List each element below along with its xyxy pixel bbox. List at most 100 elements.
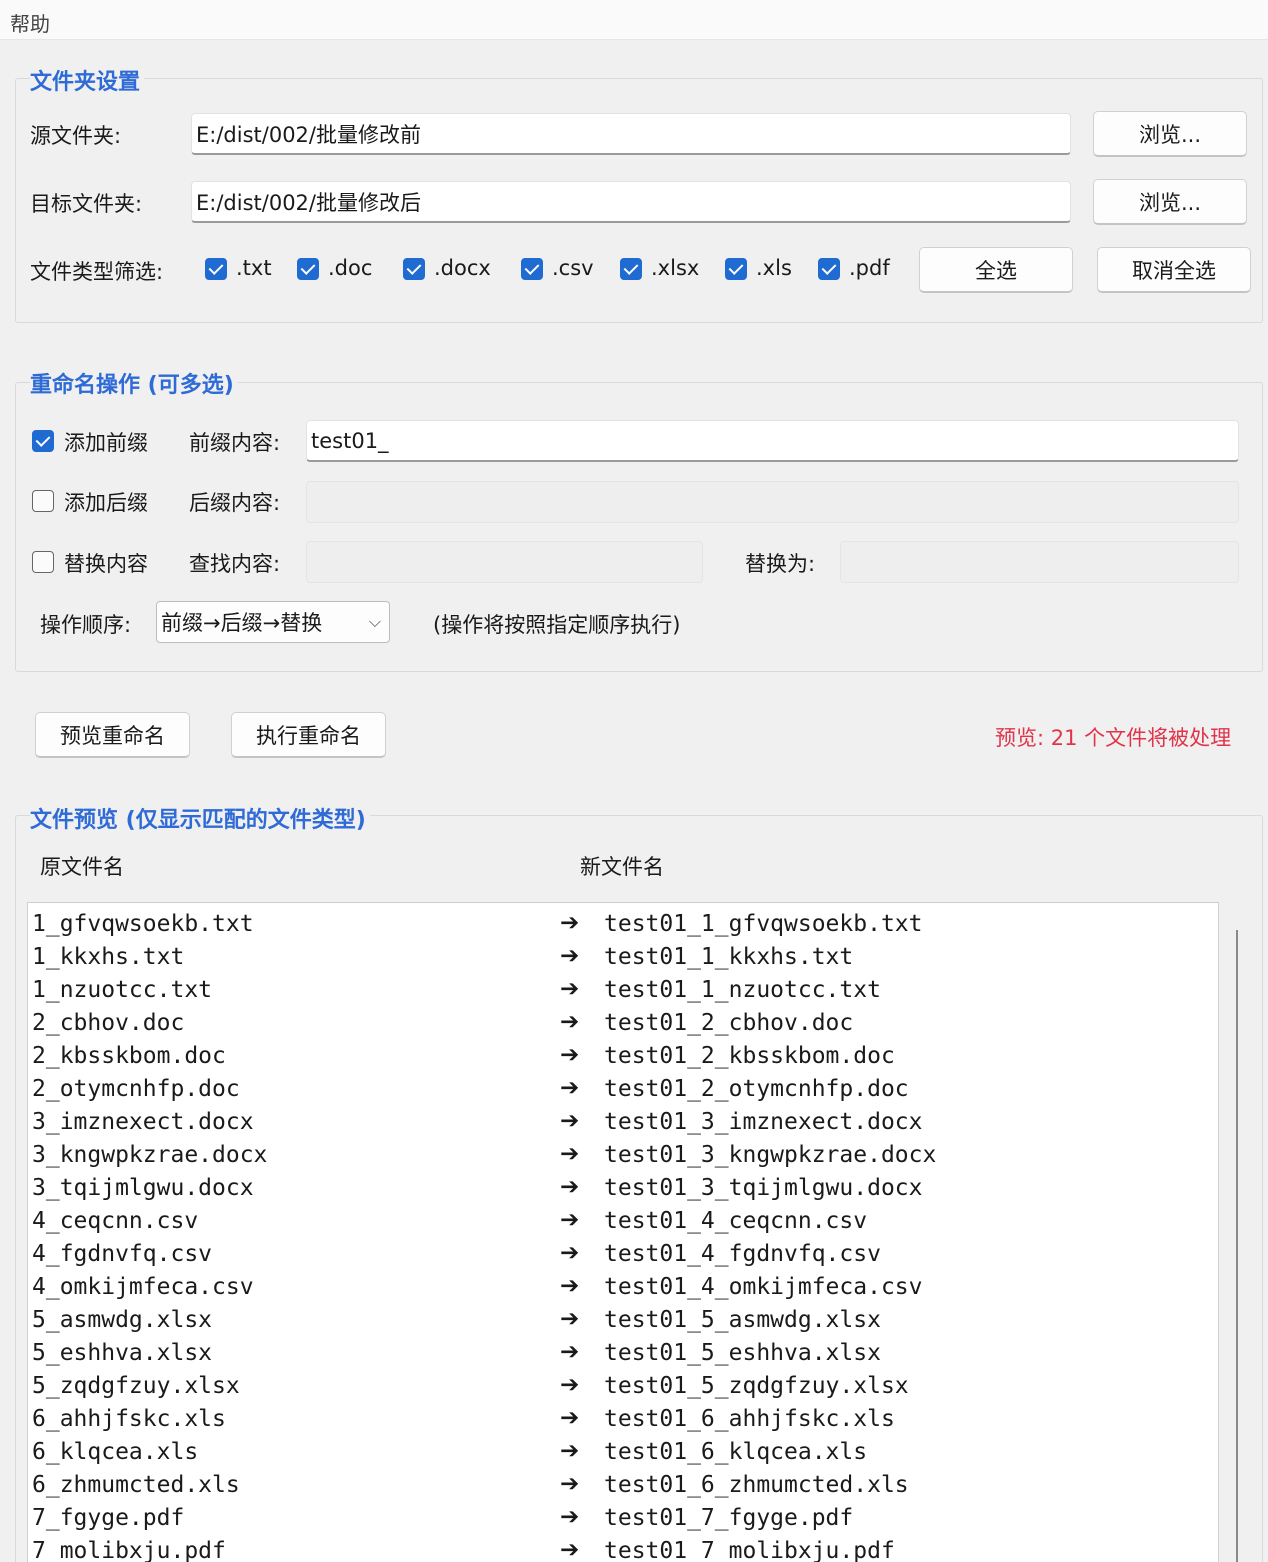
replace-input[interactable]: [840, 541, 1239, 583]
source-folder-input[interactable]: E:/dist/002/批量修改前: [191, 113, 1071, 155]
suffix-input[interactable]: [306, 481, 1239, 523]
new-filename: test01_3_tqijmlgwu.docx: [604, 1175, 923, 1201]
type-label: .txt: [236, 256, 272, 280]
checkbox-icon[interactable]: [403, 258, 425, 280]
file-row[interactable]: 5_eshhva.xlsx ➔ test01_5_eshhva.xlsx: [28, 1336, 1218, 1369]
file-type-filter-label: 文件类型筛选:: [30, 260, 164, 284]
arrow-right-icon: ➔: [560, 1306, 580, 1332]
type-label: .csv: [552, 256, 594, 280]
file-row[interactable]: 7_molibxju.pdf ➔ test01_7_molibxju.pdf: [28, 1534, 1218, 1562]
operation-order-hint: (操作将按照指定顺序执行): [433, 613, 681, 637]
browse-source-button[interactable]: 浏览...: [1093, 111, 1247, 157]
type-label: .docx: [434, 256, 491, 280]
replace-with-label: 替换为:: [745, 552, 816, 576]
original-filename: 5_zqdgfzuy.xlsx: [32, 1373, 240, 1399]
arrow-right-icon: ➔: [560, 943, 580, 969]
target-folder-input[interactable]: E:/dist/002/批量修改后: [191, 181, 1071, 223]
arrow-right-icon: ➔: [560, 1438, 580, 1464]
new-filename: test01_5_zqdgfzuy.xlsx: [604, 1373, 909, 1399]
checkbox-icon[interactable]: [297, 258, 319, 280]
file-row[interactable]: 4_omkijmfeca.csv ➔ test01_4_omkijmfeca.csv: [28, 1270, 1218, 1303]
new-filename: test01_5_eshhva.xlsx: [604, 1340, 881, 1366]
menu-help[interactable]: 帮助: [10, 8, 50, 37]
target-folder-label: 目标文件夹:: [30, 192, 143, 216]
arrow-right-icon: ➔: [560, 1240, 580, 1266]
vertical-scrollbar[interactable]: [1236, 930, 1238, 1562]
checkbox-icon[interactable]: [818, 258, 840, 280]
file-row[interactable]: 1_gfvqwsoekb.txt ➔ test01_1_gfvqwsoekb.txt: [28, 907, 1218, 940]
column-header-new: 新文件名: [580, 855, 664, 879]
type-label: .doc: [328, 256, 373, 280]
file-row[interactable]: 5_asmwdg.xlsx ➔ test01_5_asmwdg.xlsx: [28, 1303, 1218, 1336]
original-filename: 2_otymcnhfp.doc: [32, 1076, 240, 1102]
file-row[interactable]: 7_fgyge.pdf ➔ test01_7_fgyge.pdf: [28, 1501, 1218, 1534]
browse-target-button[interactable]: 浏览...: [1093, 179, 1247, 225]
new-filename: test01_7_fgyge.pdf: [604, 1505, 854, 1531]
add-prefix-label: 添加前缀: [64, 431, 148, 455]
file-row[interactable]: 2_kbsskbom.doc ➔ test01_2_kbsskbom.doc: [28, 1039, 1218, 1072]
new-filename: test01_7_molibxju.pdf: [604, 1538, 895, 1562]
execute-rename-button[interactable]: 执行重命名: [231, 712, 386, 758]
preview-rename-button[interactable]: 预览重命名: [35, 712, 190, 758]
type-label: .pdf: [849, 256, 890, 280]
checkbox-icon[interactable]: [205, 258, 227, 280]
file-row[interactable]: 4_ceqcnn.csv ➔ test01_4_ceqcnn.csv: [28, 1204, 1218, 1237]
new-filename: test01_1_gfvqwsoekb.txt: [604, 911, 923, 937]
find-input[interactable]: [306, 541, 703, 583]
replace-label: 替换内容: [64, 552, 148, 576]
prefix-content-label: 前缀内容:: [189, 431, 281, 455]
arrow-right-icon: ➔: [560, 1471, 580, 1497]
file-row[interactable]: 6_zhmumcted.xls ➔ test01_6_zhmumcted.xls: [28, 1468, 1218, 1501]
operation-order-value: 前缀→后缀→替换: [161, 611, 323, 635]
original-filename: 4_ceqcnn.csv: [32, 1208, 199, 1234]
new-filename: test01_2_cbhov.doc: [604, 1010, 854, 1036]
checkbox-icon[interactable]: [32, 551, 54, 573]
checkbox-icon[interactable]: [521, 258, 543, 280]
prefix-input[interactable]: test01_: [306, 420, 1239, 462]
file-preview-list[interactable]: 1_gfvqwsoekb.txt ➔ test01_1_gfvqwsoekb.txt…: [27, 902, 1219, 1562]
file-row[interactable]: 1_nzuotcc.txt ➔ test01_1_nzuotcc.txt: [28, 973, 1218, 1006]
checkbox-icon[interactable]: [32, 430, 54, 452]
file-row[interactable]: 6_ahhjfskc.xls ➔ test01_6_ahhjfskc.xls: [28, 1402, 1218, 1435]
arrow-right-icon: ➔: [560, 1207, 580, 1233]
new-filename: test01_4_omkijmfeca.csv: [604, 1274, 923, 1300]
file-row[interactable]: 2_otymcnhfp.doc ➔ test01_2_otymcnhfp.doc: [28, 1072, 1218, 1105]
file-row[interactable]: 5_zqdgfzuy.xlsx ➔ test01_5_zqdgfzuy.xlsx: [28, 1369, 1218, 1402]
select-all-button[interactable]: 全选: [919, 247, 1073, 293]
preview-status: 预览: 21 个文件将被处理: [995, 726, 1232, 750]
original-filename: 6_ahhjfskc.xls: [32, 1406, 226, 1432]
checkbox-icon[interactable]: [725, 258, 747, 280]
checkbox-icon[interactable]: [620, 258, 642, 280]
original-filename: 1_nzuotcc.txt: [32, 977, 213, 1003]
original-filename: 3_tqijmlgwu.docx: [32, 1175, 254, 1201]
file-row[interactable]: 2_cbhov.doc ➔ test01_2_cbhov.doc: [28, 1006, 1218, 1039]
arrow-right-icon: ➔: [560, 976, 580, 1002]
new-filename: test01_3_imznexect.docx: [604, 1109, 923, 1135]
original-filename: 7_fgyge.pdf: [32, 1505, 185, 1531]
file-row[interactable]: 3_kngwpkzrae.docx ➔ test01_3_kngwpkzrae.do…: [28, 1138, 1218, 1171]
original-filename: 4_omkijmfeca.csv: [32, 1274, 254, 1300]
arrow-right-icon: ➔: [560, 1141, 580, 1167]
operation-order-select[interactable]: 前缀→后缀→替换 ⌵: [156, 601, 390, 643]
deselect-all-button[interactable]: 取消全选: [1097, 247, 1251, 293]
file-preview-title: 文件预览 (仅显示匹配的文件类型): [30, 802, 370, 834]
checkbox-icon[interactable]: [32, 490, 54, 512]
new-filename: test01_6_ahhjfskc.xls: [604, 1406, 895, 1432]
file-row[interactable]: 1_kkxhs.txt ➔ test01_1_kkxhs.txt: [28, 940, 1218, 973]
new-filename: test01_4_ceqcnn.csv: [604, 1208, 868, 1234]
arrow-right-icon: ➔: [560, 1042, 580, 1068]
file-row[interactable]: 6_klqcea.xls ➔ test01_6_klqcea.xls: [28, 1435, 1218, 1468]
original-filename: 7_molibxju.pdf: [32, 1538, 226, 1562]
file-row[interactable]: 3_imznexect.docx ➔ test01_3_imznexect.docx: [28, 1105, 1218, 1138]
original-filename: 2_cbhov.doc: [32, 1010, 185, 1036]
type-label: .xlsx: [651, 256, 700, 280]
original-filename: 6_zhmumcted.xls: [32, 1472, 240, 1498]
add-suffix-label: 添加后缀: [64, 491, 148, 515]
arrow-right-icon: ➔: [560, 1075, 580, 1101]
new-filename: test01_5_asmwdg.xlsx: [604, 1307, 881, 1333]
file-row[interactable]: 4_fgdnvfq.csv ➔ test01_4_fgdnvfq.csv: [28, 1237, 1218, 1270]
file-row[interactable]: 3_tqijmlgwu.docx ➔ test01_3_tqijmlgwu.docx: [28, 1171, 1218, 1204]
new-filename: test01_6_zhmumcted.xls: [604, 1472, 909, 1498]
original-filename: 5_asmwdg.xlsx: [32, 1307, 213, 1333]
rename-ops-title: 重命名操作 (可多选): [30, 367, 238, 399]
